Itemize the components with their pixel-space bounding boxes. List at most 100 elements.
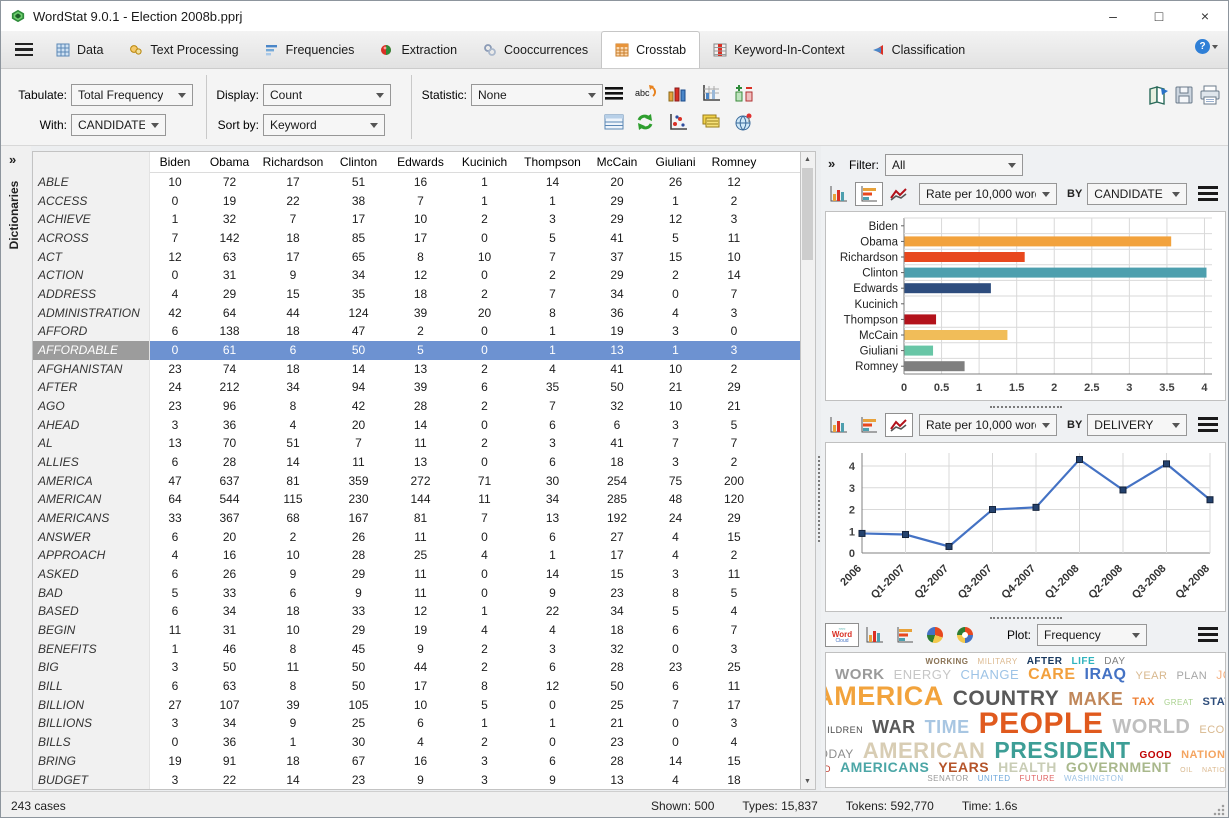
export-report-button[interactable] <box>1147 84 1169 106</box>
table-row[interactable]: ANSWER620226110627415 <box>33 528 800 547</box>
dictionaries-tab[interactable]: Dictionaries <box>7 170 21 260</box>
bar-by-select[interactable]: CANDIDATE <box>1087 183 1187 205</box>
column-header[interactable]: Edwards <box>390 152 451 173</box>
column-header[interactable]: Richardson <box>259 152 327 173</box>
table-row[interactable]: BEGIN1131102919441867 <box>33 621 800 640</box>
spelling-substitution-button[interactable]: abc <box>634 82 656 104</box>
vertical-splitter[interactable] <box>818 456 820 542</box>
scroll-down-icon[interactable]: ▼ <box>801 774 814 789</box>
bar-measure-select[interactable]: Rate per 10,000 words <box>919 183 1057 205</box>
tab-cooccurrences[interactable]: Cooccurrences <box>470 31 601 68</box>
table-row[interactable]: ACCESS01922387112912 <box>33 192 800 211</box>
panel-splitter[interactable] <box>821 403 1229 411</box>
expand-chevron-icon[interactable]: » <box>9 152 16 167</box>
table-row[interactable]: ACTION031934120229214 <box>33 266 800 285</box>
minimize-button[interactable]: – <box>1090 1 1136 31</box>
bar-chart-button[interactable] <box>667 82 689 104</box>
table-row[interactable]: APPROACH416102825411742 <box>33 546 800 565</box>
maximize-button[interactable]: □ <box>1136 1 1182 31</box>
column-header[interactable]: Biden <box>150 152 200 173</box>
table-row[interactable]: AL137051711234177 <box>33 434 800 453</box>
column-header[interactable]: Giuliani <box>647 152 704 173</box>
line-chart-toggle[interactable] <box>885 182 913 206</box>
horizontal-bars-toggle[interactable] <box>855 182 883 206</box>
with-select[interactable]: CANDIDATE <box>71 114 166 136</box>
table-row[interactable]: ADDRESS429153518273407 <box>33 285 800 304</box>
help-button[interactable]: ? <box>1195 39 1218 54</box>
tab-keyword-in-context[interactable]: Keyword-In-Context <box>700 31 857 68</box>
scrollbar-thumb[interactable] <box>802 168 813 260</box>
line-chart-menu-button[interactable] <box>1198 417 1218 432</box>
column-header[interactable]: Romney <box>704 152 764 173</box>
table-menu-button[interactable] <box>603 82 625 104</box>
tab-classification[interactable]: Classification <box>858 31 979 68</box>
resize-grip[interactable] <box>1213 804 1225 816</box>
column-header[interactable]: Thompson <box>518 152 587 173</box>
table-row[interactable]: ACROSS71421885170541511 <box>33 229 800 248</box>
table-row[interactable]: ABLE1072175116114202612 <box>33 173 800 192</box>
table-row[interactable]: ASKED6269291101415311 <box>33 565 800 584</box>
table-row[interactable]: AMERICAN64544115230144113428548120 <box>33 490 800 509</box>
table-row[interactable]: AFFORDABLE0616505011313 <box>33 341 800 360</box>
line-by-select[interactable]: DELIVERY <box>1087 414 1187 436</box>
table-row[interactable]: BILLIONS3349256112103 <box>33 714 800 733</box>
plot-select[interactable]: Frequency <box>1037 624 1147 646</box>
tab-text-processing[interactable]: Text Processing <box>116 31 251 68</box>
tab-crosstab[interactable]: Crosstab <box>601 31 700 68</box>
table-row[interactable]: AFFORD613818472011930 <box>33 322 800 341</box>
table-row[interactable]: BENEFITS1468459233203 <box>33 640 800 659</box>
table-row[interactable]: BILLS0361304202304 <box>33 733 800 752</box>
tab-data[interactable]: Data <box>43 31 116 68</box>
line-measure-select[interactable]: Rate per 10,000 words <box>919 414 1057 436</box>
table-row[interactable]: BIG35011504426282325 <box>33 658 800 677</box>
table-row[interactable]: BAD5336911092385 <box>33 584 800 603</box>
print-button[interactable] <box>1199 84 1221 106</box>
filter-select[interactable]: All <box>885 154 1023 176</box>
table-row[interactable]: BRING199118671636281415 <box>33 752 800 771</box>
database-layers-button[interactable] <box>700 111 722 133</box>
collapse-chevron-icon[interactable]: » <box>828 156 835 171</box>
panel-splitter[interactable] <box>821 614 1229 622</box>
vertical-bars-toggle[interactable] <box>825 182 853 206</box>
table-row[interactable]: ADMINISTRATION426444124392083643 <box>33 304 800 323</box>
table-row[interactable]: ALLIES628141113061832 <box>33 453 800 472</box>
table-row[interactable]: BASED6341833121223454 <box>33 602 800 621</box>
pie-chart-toggle[interactable] <box>921 623 949 647</box>
table-view-button[interactable] <box>603 111 625 133</box>
bar-chart-menu-button[interactable] <box>1198 186 1218 201</box>
table-scrollbar[interactable]: ▲ ▼ <box>801 151 816 790</box>
table-row[interactable]: BUDGET322142393913418 <box>33 771 800 790</box>
column-header[interactable]: Clinton <box>327 152 390 173</box>
word-cloud-menu-button[interactable] <box>1198 627 1218 642</box>
tab-extraction[interactable]: Extraction <box>367 31 470 68</box>
scatter-plot-button[interactable] <box>667 111 689 133</box>
column-header[interactable]: McCain <box>587 152 647 173</box>
sortby-select[interactable]: Keyword <box>263 114 385 136</box>
horizontal-bars-toggle[interactable] <box>891 623 919 647</box>
tab-frequencies[interactable]: Frequencies <box>252 31 368 68</box>
vertical-bars-toggle[interactable] <box>825 413 853 437</box>
refresh-button[interactable] <box>634 111 656 133</box>
table-row[interactable]: AFTER24212349439635502129 <box>33 378 800 397</box>
table-row[interactable]: AFGHANISTAN23741814132441102 <box>33 360 800 379</box>
table-row[interactable]: AMERICANS3336768167817131922429 <box>33 509 800 528</box>
statistic-select[interactable]: None <box>471 84 603 106</box>
table-row[interactable]: AMERICA4763781359272713025475200 <box>33 472 800 491</box>
line-chart-toggle[interactable] <box>885 413 913 437</box>
globe-map-button[interactable] <box>733 111 755 133</box>
table-row[interactable]: ACHIEVE132717102329123 <box>33 210 800 229</box>
table-row[interactable]: ACT126317658107371510 <box>33 248 800 267</box>
column-header[interactable]: Kucinich <box>451 152 518 173</box>
word-cloud-toggle[interactable]: ≈≈≈WordCloud <box>825 623 859 647</box>
tabulate-select[interactable]: Total Frequency <box>71 84 193 106</box>
vertical-bars-toggle[interactable] <box>861 623 889 647</box>
chart-grid-button[interactable] <box>700 82 722 104</box>
table-row[interactable]: AGO23968422827321021 <box>33 397 800 416</box>
table-row[interactable]: AHEAD3364201406635 <box>33 416 800 435</box>
scroll-up-icon[interactable]: ▲ <box>801 152 814 167</box>
table-row[interactable]: BILLION2710739105105025717 <box>33 696 800 715</box>
main-menu-button[interactable] <box>1 31 43 68</box>
horizontal-bars-toggle[interactable] <box>855 413 883 437</box>
display-select[interactable]: Count <box>263 84 391 106</box>
donut-chart-toggle[interactable] <box>951 623 979 647</box>
